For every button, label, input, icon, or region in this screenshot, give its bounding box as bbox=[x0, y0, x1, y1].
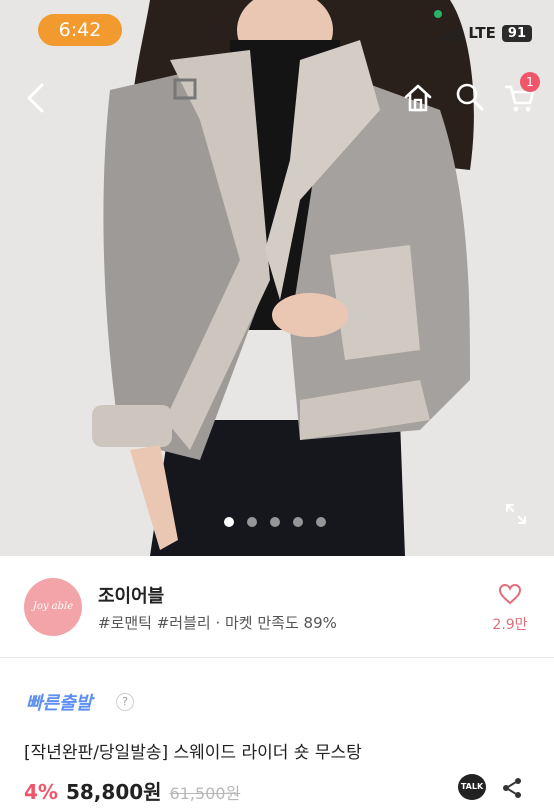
sale-price: 58,800원 bbox=[65, 780, 162, 804]
discount-rate: 4% bbox=[24, 780, 58, 804]
price-row: 4% 58,800원 61,500원 bbox=[24, 776, 240, 805]
seller-section[interactable]: Joy able 조이어블 #로맨틱 #러블리 · 마켓 만족도 89% 2.9… bbox=[0, 556, 554, 658]
product-image-gallery[interactable]: 6:42 LTE 91 1 bbox=[0, 0, 554, 556]
kakao-talk-icon[interactable]: TALK bbox=[458, 774, 486, 800]
gallery-pagination bbox=[224, 517, 326, 527]
cart-count-badge: 1 bbox=[520, 72, 540, 92]
battery-level: 91 bbox=[501, 24, 532, 42]
heart-icon[interactable] bbox=[498, 582, 522, 606]
pagination-dot[interactable] bbox=[247, 517, 257, 527]
product-title: [작년완판/당일발송] 스웨이드 라이더 숏 무스탕 bbox=[24, 743, 362, 763]
status-indicator-dot bbox=[434, 10, 442, 18]
signal-icon bbox=[440, 25, 463, 41]
avatar[interactable]: Joy able bbox=[24, 578, 82, 636]
status-time: 6:42 bbox=[38, 14, 122, 46]
pagination-dot[interactable] bbox=[270, 517, 280, 527]
network-type: LTE bbox=[468, 24, 496, 42]
fast-shipping-badge: 빠른출발 bbox=[26, 693, 93, 714]
original-price: 61,500원 bbox=[169, 784, 241, 803]
home-icon[interactable] bbox=[402, 82, 434, 114]
expand-icon[interactable] bbox=[504, 502, 528, 526]
search-icon[interactable] bbox=[455, 82, 485, 112]
seller-name[interactable]: 조이어블 bbox=[98, 582, 164, 608]
share-icon[interactable] bbox=[500, 776, 524, 800]
question-icon[interactable]: ? bbox=[116, 693, 134, 711]
seller-tags: #로맨틱 #러블리 · 마켓 만족도 89% bbox=[98, 614, 337, 632]
chevron-left-icon[interactable] bbox=[22, 82, 52, 114]
like-count: 2.9만 bbox=[492, 617, 528, 633]
pagination-dot[interactable] bbox=[316, 517, 326, 527]
pagination-dot[interactable] bbox=[293, 517, 303, 527]
pagination-dot[interactable] bbox=[224, 517, 234, 527]
status-icons: LTE 91 bbox=[440, 24, 532, 42]
